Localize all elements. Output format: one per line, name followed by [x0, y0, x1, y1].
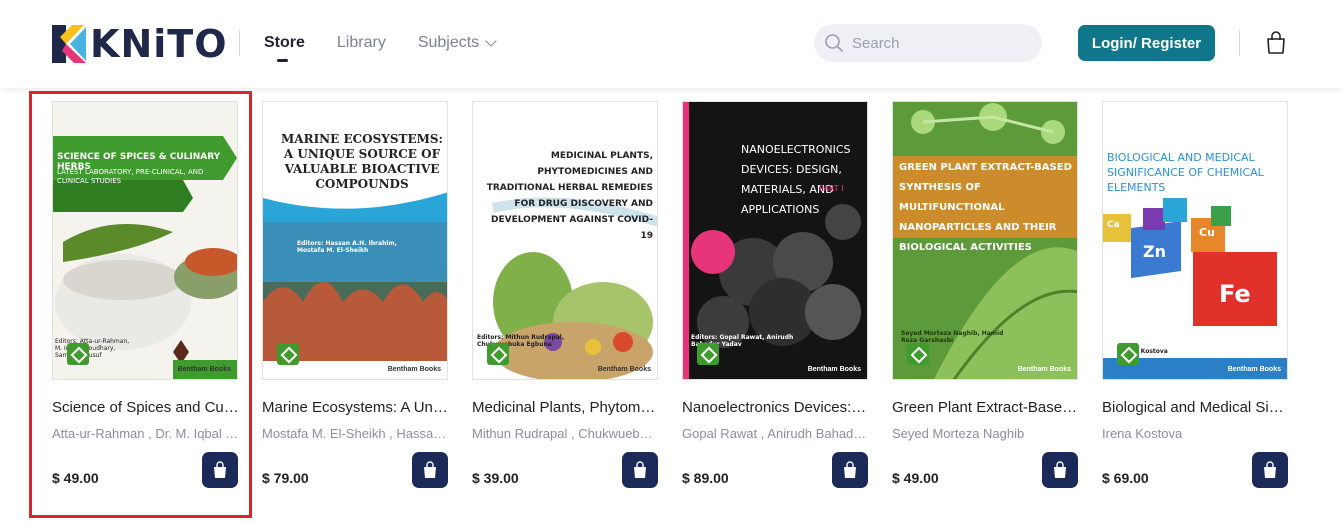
- logo-text: KNiTO: [90, 22, 228, 66]
- book-grid: SCIENCE OF SPICES & CULINARY HERBS LATES…: [0, 88, 1343, 523]
- knito-badge-icon: [907, 343, 929, 365]
- nav-store[interactable]: Store: [264, 34, 305, 62]
- book-price: $ 49.00: [52, 470, 99, 486]
- cover-editors: Editors: Hassan A.H. Ibrahim, Mostafa M.…: [297, 240, 397, 254]
- shopping-bag-icon: [844, 461, 856, 478]
- cover-element: Fe: [1253, 232, 1272, 248]
- cover-publisher: Bentham Books: [807, 366, 861, 373]
- knito-badge-icon: [67, 343, 89, 365]
- shopping-bag-icon[interactable]: [1265, 31, 1287, 55]
- book-price: $ 39.00: [472, 470, 519, 486]
- book-cover[interactable]: SCIENCE OF SPICES & CULINARY HERBS LATES…: [52, 101, 238, 380]
- main-nav: Store Library Subjects: [264, 34, 497, 62]
- book-title[interactable]: Science of Spices and Culinary Herbs: [52, 399, 239, 416]
- header-divider-right: [1239, 30, 1240, 56]
- add-to-cart-button[interactable]: [1252, 452, 1288, 488]
- book-card[interactable]: MEDICINAL PLANTS, PHYTOMEDICINES AND TRA…: [472, 101, 659, 501]
- shopping-bag-icon: [634, 461, 646, 478]
- book-cover[interactable]: BIOLOGICAL AND MEDICAL SIGNIFICANCE OF C…: [1102, 101, 1288, 380]
- cover-element: Zn: [1143, 242, 1166, 261]
- book-price: $ 79.00: [262, 470, 309, 486]
- book-title[interactable]: Medicinal Plants, Phytomedicines and Tra…: [472, 399, 659, 416]
- book-authors: Atta-ur-Rahman , Dr. M. Iqbal Choudhary: [52, 426, 239, 441]
- header-divider: [239, 30, 240, 56]
- book-card[interactable]: NANOELECTRONICS DEVICES: DESIGN, MATERIA…: [682, 101, 869, 501]
- add-to-cart-button[interactable]: [832, 452, 868, 488]
- cover-subtitle: LATEST LABORATORY, PRE-CLINICAL, AND CLI…: [57, 168, 204, 185]
- book-title[interactable]: Marine Ecosystems: A Unique Source of Va…: [262, 399, 449, 416]
- shopping-bag-icon: [1264, 461, 1276, 478]
- book-cover[interactable]: MARINE ECOSYSTEMS: A UNIQUE SOURCE OF VA…: [262, 101, 448, 380]
- book-cover[interactable]: MEDICINAL PLANTS, PHYTOMEDICINES AND TRA…: [472, 101, 658, 380]
- add-to-cart-button[interactable]: [202, 452, 238, 488]
- cover-title: MEDICINAL PLANTS, PHYTOMEDICINES AND TRA…: [486, 151, 653, 241]
- cover-publisher: Bentham Books: [177, 366, 231, 373]
- add-to-cart-button[interactable]: [622, 452, 658, 488]
- cover-title: MARINE ECOSYSTEMS: A UNIQUE SOURCE OF VA…: [281, 132, 443, 191]
- search-icon: [825, 34, 843, 52]
- nav-library[interactable]: Library: [337, 34, 386, 52]
- shopping-bag-icon: [214, 461, 226, 478]
- chevron-down-icon: [485, 34, 497, 47]
- book-title[interactable]: Green Plant Extract-Based Synthesis of M…: [892, 399, 1079, 416]
- nav-subjects-label: Subjects: [417, 34, 480, 51]
- cover-publisher: Bentham Books: [1017, 366, 1071, 373]
- cover-editors: Seyed Morteza Naghib, Hamid Reza Garshas…: [901, 330, 1004, 344]
- login-register-button[interactable]: Login/ Register: [1078, 25, 1215, 61]
- cover-title: GREEN PLANT EXTRACT-BASED SYNTHESIS OF M…: [899, 162, 1072, 253]
- book-price: $ 49.00: [892, 470, 939, 486]
- book-authors: Irena Kostova: [1102, 426, 1183, 441]
- knito-badge-icon: [487, 343, 509, 365]
- knito-badge-icon: [1117, 343, 1139, 365]
- shopping-bag-icon: [424, 461, 436, 478]
- book-authors: Gopal Rawat , Anirudh Bahadur Yadav: [682, 426, 869, 441]
- book-price: $ 89.00: [682, 470, 729, 486]
- book-price: $ 69.00: [1102, 470, 1149, 486]
- cover-publisher: Bentham Books: [1227, 366, 1281, 373]
- book-authors: Seyed Morteza Naghib: [892, 426, 1025, 441]
- book-cover[interactable]: NANOELECTRONICS DEVICES: DESIGN, MATERIA…: [682, 101, 868, 380]
- knito-badge-icon: [277, 343, 299, 365]
- book-authors: Mithun Rudrapal , Chukwuebuka Egbuna: [472, 426, 659, 441]
- book-card[interactable]: MARINE ECOSYSTEMS: A UNIQUE SOURCE OF VA…: [262, 101, 449, 501]
- book-title[interactable]: Nanoelectronics Devices: Design, Materia…: [682, 399, 869, 416]
- cover-element: Fe: [1219, 280, 1251, 308]
- search-bar[interactable]: [814, 24, 1042, 62]
- book-card[interactable]: SCIENCE OF SPICES & CULINARY HERBS LATES…: [52, 101, 239, 501]
- book-cover[interactable]: GREEN PLANT EXTRACT-BASED SYNTHESIS OF M…: [892, 101, 1078, 380]
- cover-part: PART I: [819, 184, 844, 193]
- cover-title: BIOLOGICAL AND MEDICAL SIGNIFICANCE OF C…: [1107, 151, 1264, 194]
- knito-badge-icon: [697, 343, 719, 365]
- cover-element: Cu: [1199, 226, 1215, 239]
- nav-subjects[interactable]: Subjects: [417, 34, 497, 52]
- knito-logo-mark: [52, 25, 88, 63]
- cover-title: NANOELECTRONICS DEVICES: DESIGN, MATERIA…: [741, 143, 851, 216]
- cover-publisher: Bentham Books: [387, 366, 441, 373]
- search-input[interactable]: [852, 34, 1032, 52]
- knito-logo[interactable]: KNiTO: [52, 24, 227, 64]
- cover-publisher: Bentham Books: [597, 366, 651, 373]
- book-title[interactable]: Biological and Medical Significance of C…: [1102, 399, 1289, 416]
- cover-element: Ca: [1107, 220, 1120, 230]
- top-header: KNiTO Store Library Subjects Login/ Regi…: [0, 0, 1343, 88]
- add-to-cart-button[interactable]: [412, 452, 448, 488]
- book-card[interactable]: BIOLOGICAL AND MEDICAL SIGNIFICANCE OF C…: [1102, 101, 1289, 501]
- shopping-bag-icon: [1054, 461, 1066, 478]
- book-card[interactable]: GREEN PLANT EXTRACT-BASED SYNTHESIS OF M…: [892, 101, 1079, 501]
- nav-library-label: Library: [336, 34, 386, 51]
- book-authors: Mostafa M. El-Sheikh , Hassan A.H. Ibrah…: [262, 426, 449, 441]
- nav-store-label: Store: [264, 34, 305, 51]
- add-to-cart-button[interactable]: [1042, 452, 1078, 488]
